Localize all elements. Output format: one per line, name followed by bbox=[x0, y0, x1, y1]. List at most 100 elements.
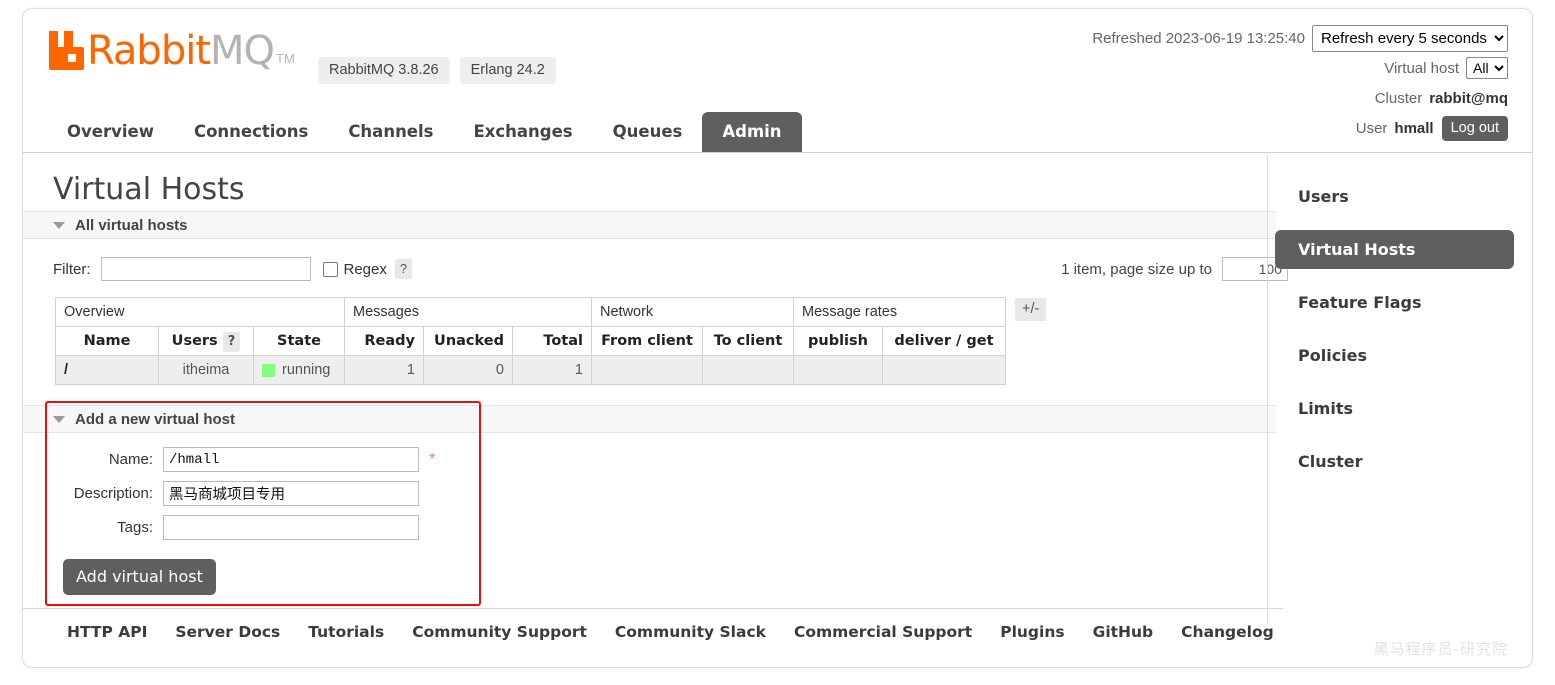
main-content: Virtual Hosts All virtual hosts Filter: … bbox=[23, 154, 1288, 606]
footer-link-http-api[interactable]: HTTP API bbox=[67, 623, 147, 641]
add-vhost-section-header[interactable]: Add a new virtual host bbox=[23, 405, 1276, 433]
refresh-row: Refreshed 2023-06-19 13:25:40 Refresh ev… bbox=[1092, 24, 1508, 52]
state-badge: running bbox=[262, 362, 336, 378]
col-to-client[interactable]: To client bbox=[702, 326, 794, 356]
all-virtual-hosts-title: All virtual hosts bbox=[75, 216, 188, 234]
filter-row: Filter: Regex ? 1 item, page size up to bbox=[53, 257, 1288, 281]
footer: HTTP API Server Docs Tutorials Community… bbox=[23, 608, 1283, 641]
col-publish[interactable]: publish bbox=[793, 326, 883, 356]
badge-erlang-version: Erlang 24.2 bbox=[459, 57, 556, 84]
col-from-client[interactable]: From client bbox=[591, 326, 703, 356]
sidebar-item-feature-flags[interactable]: Feature Flags bbox=[1275, 283, 1514, 322]
cluster-row: Cluster rabbit@mq bbox=[1092, 86, 1508, 110]
description-row: Description: bbox=[53, 481, 1283, 506]
col-deliver-get[interactable]: deliver / get bbox=[882, 326, 1006, 356]
rabbit-logo-icon bbox=[47, 27, 85, 71]
nav-tabs: Overview Connections Channels Exchanges … bbox=[47, 112, 802, 152]
cell-name[interactable]: / bbox=[55, 355, 159, 385]
group-header-overview: Overview bbox=[55, 297, 345, 327]
logo-mq-text: MQ bbox=[210, 28, 275, 74]
vhosts-table-wrap: Overview Messages Network Message rates … bbox=[55, 297, 1283, 385]
cell-to-client bbox=[702, 355, 794, 385]
tab-queues[interactable]: Queues bbox=[593, 112, 703, 152]
cell-state: running bbox=[253, 355, 345, 385]
cell-from-client bbox=[591, 355, 703, 385]
add-vhost-form: Name: * Description: Tags: Add virtual h… bbox=[53, 447, 1283, 595]
tab-connections[interactable]: Connections bbox=[174, 112, 328, 152]
tags-row: Tags: bbox=[53, 515, 1283, 540]
cluster-name: rabbit@mq bbox=[1429, 89, 1508, 107]
pager-group: 1 item, page size up to bbox=[1061, 257, 1288, 281]
tags-input[interactable] bbox=[163, 515, 419, 540]
state-indicator-icon bbox=[262, 363, 275, 377]
page-root: RabbitMQ TM RabbitMQ 3.8.26 Erlang 24.2 … bbox=[0, 0, 1555, 685]
table-column-header-row: Name Users ? State Ready Unacked Total F… bbox=[55, 326, 1006, 356]
required-mark: * bbox=[429, 450, 436, 468]
col-unacked[interactable]: Unacked bbox=[423, 326, 513, 356]
col-name[interactable]: Name bbox=[55, 326, 159, 356]
footer-link-community-support[interactable]: Community Support bbox=[412, 623, 587, 641]
regex-label: Regex bbox=[343, 260, 387, 278]
main-nav: Overview Connections Channels Exchanges … bbox=[23, 109, 1532, 153]
col-total[interactable]: Total bbox=[512, 326, 592, 356]
filter-label: Filter: bbox=[53, 260, 91, 278]
collapse-caret-icon[interactable] bbox=[53, 221, 65, 229]
vhost-label: Virtual host bbox=[1384, 59, 1459, 77]
vhost-select[interactable]: All bbox=[1466, 57, 1508, 79]
users-help-icon[interactable]: ? bbox=[222, 332, 241, 352]
footer-link-github[interactable]: GitHub bbox=[1093, 623, 1154, 641]
tab-channels[interactable]: Channels bbox=[328, 112, 453, 152]
description-label: Description: bbox=[73, 485, 153, 502]
tab-exchanges[interactable]: Exchanges bbox=[453, 112, 592, 152]
regex-group: Regex ? bbox=[322, 259, 413, 279]
footer-link-plugins[interactable]: Plugins bbox=[1000, 623, 1064, 641]
cell-total: 1 bbox=[512, 355, 592, 385]
cell-publish bbox=[793, 355, 883, 385]
tab-admin[interactable]: Admin bbox=[702, 112, 802, 152]
page-title: Virtual Hosts bbox=[53, 172, 245, 207]
logo-rabbit-text: Rabbit bbox=[87, 28, 211, 74]
tab-overview[interactable]: Overview bbox=[47, 112, 174, 152]
all-virtual-hosts-section-header[interactable]: All virtual hosts bbox=[23, 211, 1276, 239]
footer-link-commercial-support[interactable]: Commercial Support bbox=[794, 623, 972, 641]
vhost-name: / bbox=[64, 362, 69, 378]
cell-unacked: 0 bbox=[423, 355, 513, 385]
refreshed-timestamp: Refreshed 2023-06-19 13:25:40 bbox=[1092, 29, 1305, 47]
state-text: running bbox=[282, 362, 331, 378]
name-input[interactable] bbox=[163, 447, 419, 472]
col-ready[interactable]: Ready bbox=[344, 326, 424, 356]
table-group-header-row: Overview Messages Network Message rates bbox=[55, 297, 1006, 327]
sidebar-item-users[interactable]: Users bbox=[1275, 177, 1514, 216]
cell-users: itheima bbox=[158, 355, 254, 385]
vhosts-table: Overview Messages Network Message rates … bbox=[55, 297, 1006, 385]
toggle-columns-button[interactable]: +/- bbox=[1015, 298, 1047, 321]
sidebar-item-virtual-hosts[interactable]: Virtual Hosts bbox=[1275, 230, 1514, 269]
regex-checkbox[interactable] bbox=[322, 261, 338, 277]
add-virtual-host-button[interactable]: Add virtual host bbox=[63, 559, 216, 595]
group-header-messages: Messages bbox=[344, 297, 592, 327]
add-collapse-caret-icon[interactable] bbox=[53, 415, 65, 423]
footer-links: HTTP API Server Docs Tutorials Community… bbox=[23, 623, 1283, 641]
footer-link-tutorials[interactable]: Tutorials bbox=[308, 623, 384, 641]
add-vhost-title: Add a new virtual host bbox=[75, 410, 236, 428]
regex-help-icon[interactable]: ? bbox=[394, 259, 413, 279]
refresh-interval-select[interactable]: Refresh every 5 seconds bbox=[1312, 24, 1508, 52]
sidebar-item-cluster[interactable]: Cluster bbox=[1275, 442, 1514, 481]
admin-sidebar: Users Virtual Hosts Feature Flags Polici… bbox=[1267, 155, 1532, 625]
col-state[interactable]: State bbox=[253, 326, 345, 356]
col-users[interactable]: Users ? bbox=[158, 326, 254, 356]
description-input[interactable] bbox=[163, 481, 419, 506]
add-vhost-zone: Add a new virtual host Name: * Descripti… bbox=[23, 401, 1283, 606]
name-row: Name: * bbox=[53, 447, 1283, 472]
cell-ready: 1 bbox=[344, 355, 424, 385]
rabbitmq-logo[interactable]: RabbitMQ TM bbox=[47, 27, 295, 71]
cell-deliver-get bbox=[882, 355, 1006, 385]
watermark: 黑马程序员-研究院 bbox=[1373, 640, 1508, 658]
filter-input[interactable] bbox=[100, 257, 311, 281]
footer-link-changelog[interactable]: Changelog bbox=[1181, 623, 1274, 641]
sidebar-item-limits[interactable]: Limits bbox=[1275, 389, 1514, 428]
footer-link-community-slack[interactable]: Community Slack bbox=[615, 623, 766, 641]
footer-link-server-docs[interactable]: Server Docs bbox=[175, 623, 280, 641]
sidebar-item-policies[interactable]: Policies bbox=[1275, 336, 1514, 375]
version-badges: RabbitMQ 3.8.26 Erlang 24.2 bbox=[318, 57, 556, 84]
